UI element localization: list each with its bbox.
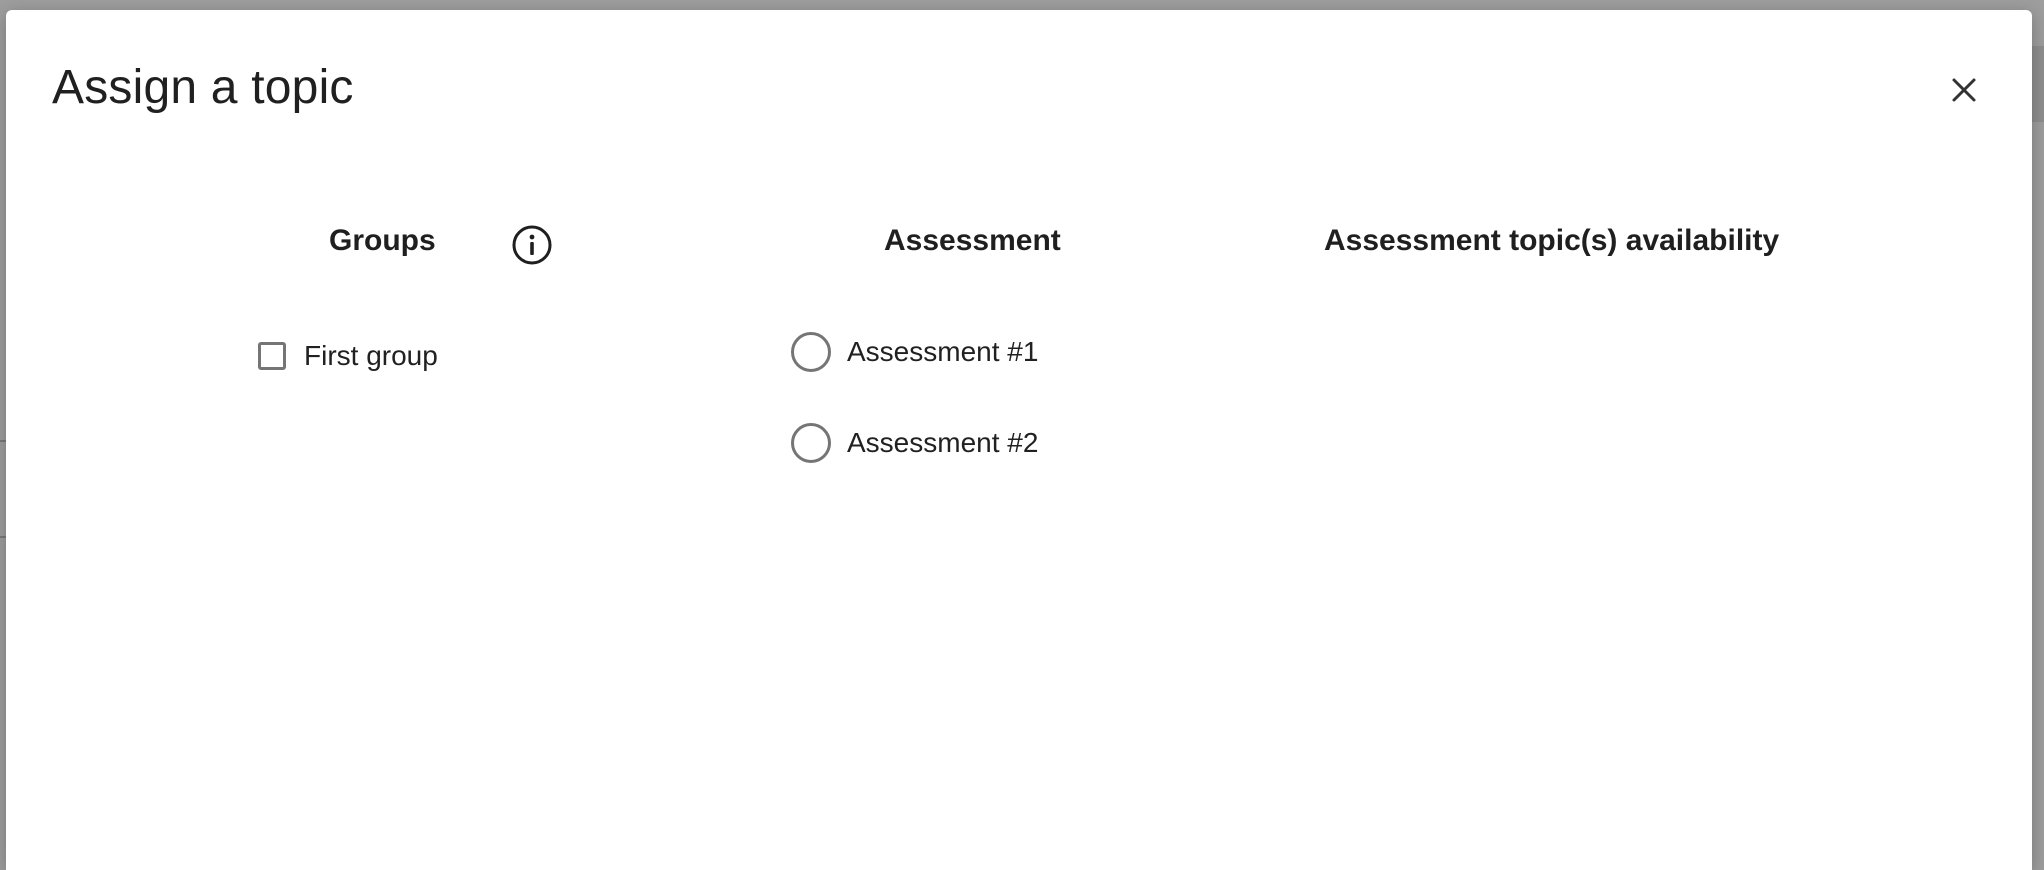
background-scrollbar bbox=[2032, 46, 2044, 122]
dialog-title: Assign a topic bbox=[52, 61, 354, 114]
group-checkbox[interactable] bbox=[258, 342, 286, 370]
assign-topic-dialog: Assign a topic Groups Assessment Assessm… bbox=[6, 10, 2032, 870]
group-option-label: First group bbox=[304, 340, 438, 371]
group-option-first-group[interactable]: First group bbox=[258, 340, 438, 372]
availability-column-header: Assessment topic(s) availability bbox=[1324, 224, 1780, 257]
assessment-radio[interactable] bbox=[791, 332, 831, 372]
assessment-column-header: Assessment bbox=[884, 224, 1061, 257]
assessment-option-1[interactable]: Assessment #1 bbox=[791, 332, 1038, 372]
assessment-option-2[interactable]: Assessment #2 bbox=[791, 423, 1038, 463]
assessment-option-label: Assessment #1 bbox=[847, 336, 1039, 367]
close-icon bbox=[1952, 78, 1976, 102]
assessment-radio[interactable] bbox=[791, 423, 831, 463]
groups-info-button[interactable] bbox=[510, 223, 554, 267]
assessment-option-label: Assessment #2 bbox=[847, 427, 1039, 458]
groups-column-header: Groups bbox=[329, 224, 436, 257]
close-button[interactable] bbox=[1942, 68, 1986, 112]
info-icon bbox=[512, 225, 552, 265]
